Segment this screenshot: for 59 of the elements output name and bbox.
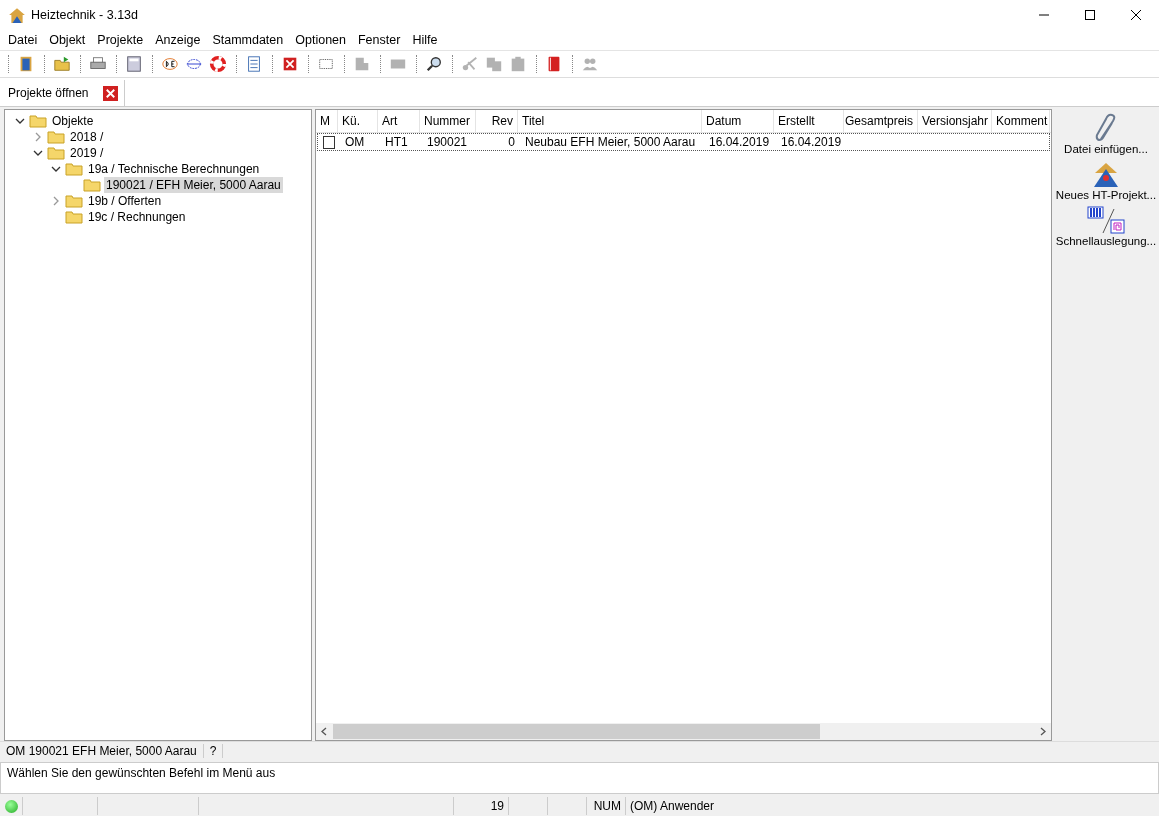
column-header[interactable]: Rev	[476, 110, 518, 132]
folder-icon	[65, 162, 83, 176]
column-header[interactable]: Erstellt	[774, 110, 844, 132]
chevron-down-icon[interactable]	[33, 148, 43, 158]
column-header[interactable]: Gesamtpreis	[844, 110, 918, 132]
menu-item[interactable]: Stammdaten	[206, 33, 290, 47]
tree-item[interactable]: 19b / Offerten	[86, 193, 164, 209]
status-user: (OM) Anwender	[629, 798, 716, 815]
menu-item[interactable]: Anzeige	[149, 33, 207, 47]
menu-item[interactable]: Hilfe	[406, 33, 444, 47]
folder-icon	[47, 146, 65, 160]
menu-item[interactable]: Datei	[2, 33, 44, 47]
checkbox[interactable]	[323, 135, 335, 149]
menu-item[interactable]: Fenster	[352, 33, 407, 47]
action-button[interactable]: Schnellauslegung...	[1055, 205, 1157, 247]
table-cell-text: HT1	[384, 134, 409, 150]
tree-item[interactable]: 190021 / EFH Meier, 5000 Aarau	[104, 177, 283, 193]
horizontal-scrollbar[interactable]	[316, 723, 1051, 740]
tree-item[interactable]: 2018 /	[68, 129, 106, 145]
close-icon[interactable]	[102, 85, 118, 101]
table-cell-text: Neubau EFH Meier, 5000 Aarau	[524, 134, 697, 150]
menu-item[interactable]: Projekte	[91, 33, 150, 47]
folder-icon	[29, 114, 47, 128]
message-text: Wählen Sie den gewünschten Befehl im Menü aus	[7, 766, 276, 780]
menu-item[interactable]: Optionen	[289, 33, 352, 47]
column-header[interactable]: Art	[378, 110, 420, 132]
status-num-lock: NUM	[587, 797, 626, 815]
table-cell-text: 16.04.2019	[708, 134, 771, 150]
column-header[interactable]: Kü.	[338, 110, 378, 132]
tree-item[interactable]: Objekte	[50, 113, 96, 129]
chevron-down-icon[interactable]	[51, 164, 61, 174]
chevron-right-icon[interactable]	[51, 196, 61, 206]
column-header[interactable]: Komment	[992, 110, 1050, 132]
window-title: Heiztechnik - 3.13d	[31, 8, 138, 22]
folder-icon	[65, 194, 83, 208]
column-header[interactable]: Versionsjahr	[918, 110, 992, 132]
tree-item[interactable]: 19c / Rechnungen	[86, 209, 188, 225]
table-cell-text: OM	[344, 134, 366, 150]
action-button[interactable]: Neues HT-Projekt...	[1055, 159, 1157, 201]
project-info: OM 190021 EFH Meier, 5000 Aarau	[0, 744, 204, 758]
tree-item[interactable]: 19a / Technische Berechnungen	[86, 161, 262, 177]
action-button[interactable]: Datei einfügen...	[1064, 113, 1148, 155]
column-header[interactable]: Titel	[518, 110, 702, 132]
status-led-icon	[4, 799, 18, 813]
chevron-down-icon[interactable]	[15, 116, 25, 126]
app-house-icon	[8, 6, 26, 24]
column-header[interactable]: Datum	[702, 110, 774, 132]
table-cell-text: 16.04.2019	[780, 134, 843, 150]
table-cell-text: 190021	[426, 134, 469, 150]
help-indicator: ?	[203, 744, 224, 758]
folder-icon	[47, 130, 65, 144]
column-header[interactable]: Nummer	[420, 110, 476, 132]
chevron-right-icon[interactable]	[33, 132, 43, 142]
radiator-icon	[1086, 205, 1126, 235]
table-cell-text: 0	[507, 134, 516, 150]
status-line: 19	[454, 797, 509, 815]
menu-item[interactable]: Objekt	[43, 33, 92, 47]
tree-item[interactable]: 2019 /	[68, 145, 106, 161]
column-header[interactable]: M	[316, 110, 338, 132]
